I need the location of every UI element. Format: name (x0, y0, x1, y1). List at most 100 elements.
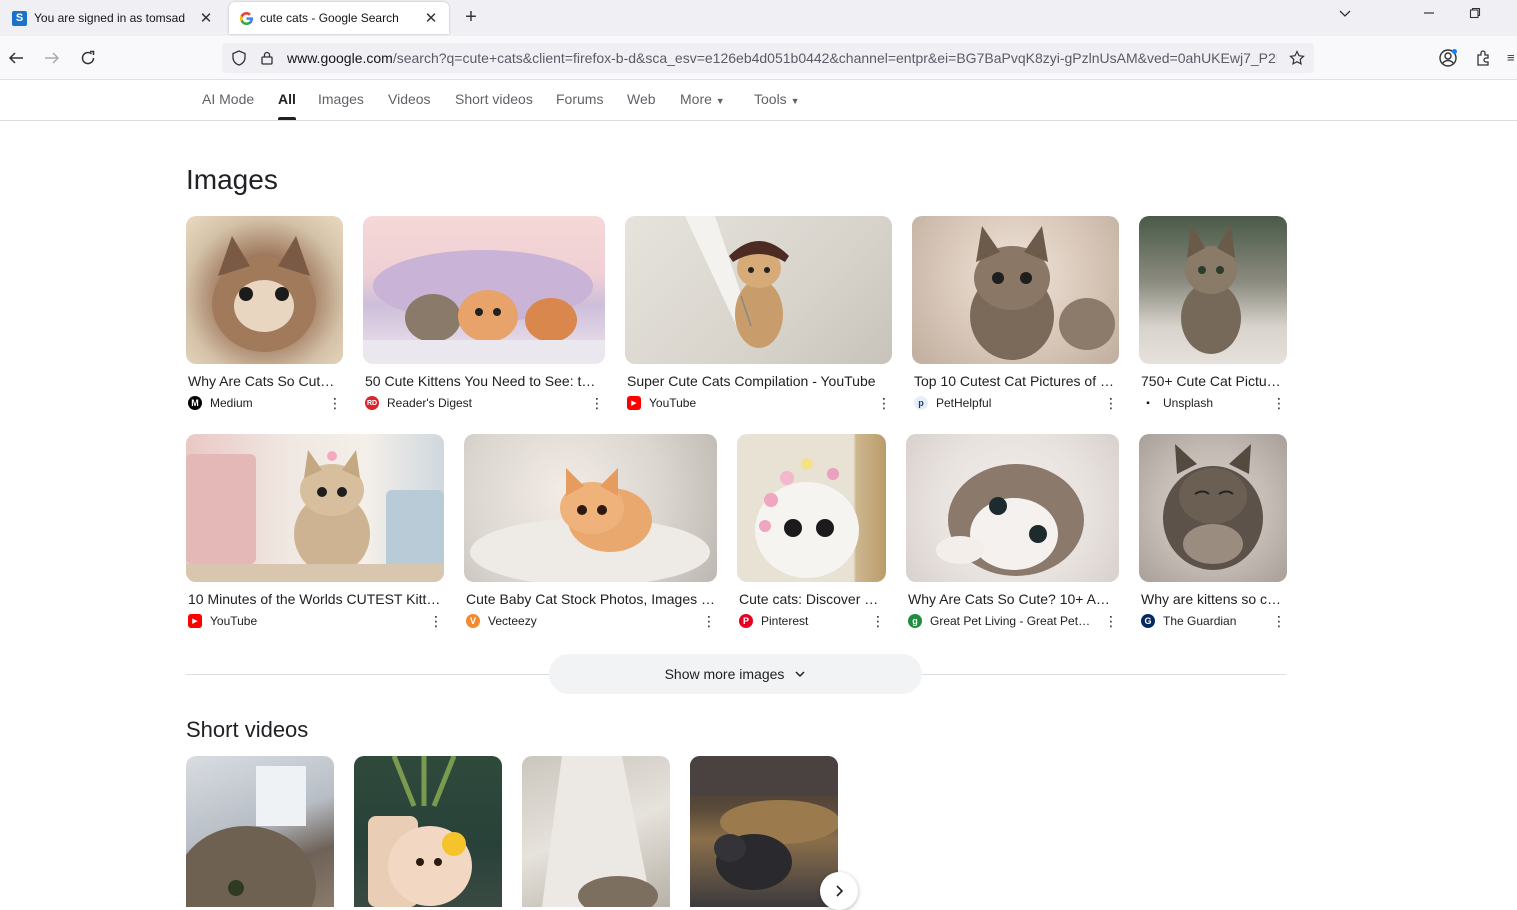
bookmark-star-icon[interactable] (1286, 47, 1308, 69)
image-source[interactable]: G The Guardian (1141, 613, 1236, 629)
source-name: YouTube (210, 614, 258, 628)
more-options-icon[interactable]: ⋮ (328, 396, 342, 410)
image-thumbnail[interactable] (186, 434, 444, 582)
image-caption[interactable]: Top 10 Cutest Cat Pictures of … (914, 373, 1117, 389)
youtube-logo-icon: ▶ (627, 396, 641, 410)
image-thumbnail[interactable] (464, 434, 717, 582)
caret-down-icon: ▼ (715, 96, 725, 106)
readers-digest-logo-icon: RD (365, 396, 379, 410)
caret-down-icon: ▼ (790, 96, 800, 106)
url-text[interactable]: www.google.com/search?q=cute+cats&client… (287, 50, 1277, 66)
image-source[interactable]: p PetHelpful (914, 395, 991, 411)
lock-icon[interactable] (260, 51, 274, 65)
tab-web[interactable]: Web (627, 91, 656, 107)
show-more-images-button[interactable]: Show more images (549, 654, 922, 694)
more-options-icon[interactable]: ⋮ (590, 396, 604, 410)
new-tab-plus-icon[interactable]: + (458, 6, 484, 29)
image-caption[interactable]: Why Are Cats So Cute? 10+ A… (908, 591, 1117, 607)
tab-more-label: More (680, 91, 712, 107)
google-favicon-icon (239, 11, 254, 25)
vecteezy-logo-icon: V (466, 614, 480, 628)
tab-all[interactable]: All (278, 91, 296, 120)
short-videos-section-title: Short videos (186, 717, 309, 742)
medium-logo-icon: M (188, 396, 202, 410)
search-tabs: AI Mode All Images Videos Short videos F… (0, 80, 1517, 121)
extensions-icon[interactable] (1472, 46, 1496, 70)
tab-close-icon[interactable]: ✕ (423, 9, 439, 27)
address-bar[interactable]: www.google.com/search?q=cute+cats&client… (222, 43, 1314, 73)
more-options-icon[interactable]: ⋮ (877, 396, 891, 410)
source-name: Vecteezy (488, 614, 537, 628)
forward-arrow-icon[interactable] (40, 46, 64, 70)
guardian-logo-icon: G (1141, 614, 1155, 628)
tab-videos[interactable]: Videos (388, 91, 431, 107)
tab-images[interactable]: Images (318, 91, 364, 107)
images-section-title: Images (186, 164, 278, 195)
image-thumbnail[interactable] (737, 434, 886, 582)
image-thumbnail[interactable] (906, 434, 1119, 582)
tab-more[interactable]: More ▼ (680, 91, 725, 107)
tab-tools[interactable]: Tools ▼ (754, 91, 800, 107)
image-thumbnail[interactable] (186, 216, 343, 364)
tab-ai-mode[interactable]: AI Mode (202, 91, 254, 107)
minimize-icon[interactable] (1414, 6, 1444, 23)
image-thumbnail[interactable] (1139, 434, 1287, 582)
browser-toolbar: www.google.com/search?q=cute+cats&client… (0, 36, 1517, 80)
more-options-icon[interactable]: ⋮ (871, 614, 885, 628)
tab-list-chevron-icon[interactable] (1330, 6, 1360, 23)
image-source[interactable]: ▪ Unsplash (1141, 395, 1213, 411)
image-caption[interactable]: Why are kittens so c… (1141, 591, 1285, 607)
image-caption[interactable]: Super Cute Cats Compilation - YouTube (627, 373, 890, 389)
image-caption[interactable]: 10 Minutes of the Worlds CUTEST Kitt… (188, 591, 442, 607)
image-source[interactable]: g Great Pet Living - Great Pet… (908, 613, 1103, 629)
short-video-thumbnail[interactable] (690, 756, 838, 907)
source-name: Pinterest (761, 614, 809, 628)
image-source[interactable]: RD Reader's Digest (365, 395, 472, 411)
tab-title: You are signed in as tomsad (34, 11, 185, 25)
image-source[interactable]: ▶ YouTube (188, 613, 257, 629)
chevron-right-icon (836, 885, 844, 897)
tab-forums[interactable]: Forums (556, 91, 603, 107)
tab-short-videos[interactable]: Short videos (455, 91, 533, 107)
image-caption[interactable]: Cute Baby Cat Stock Photos, Images … (466, 591, 715, 607)
next-videos-button[interactable] (820, 872, 858, 910)
image-source[interactable]: V Vecteezy (466, 613, 537, 629)
url-host: www.google.com (287, 50, 393, 66)
short-video-thumbnail[interactable] (522, 756, 670, 907)
image-source[interactable]: P Pinterest (739, 613, 808, 629)
reload-icon[interactable] (76, 46, 100, 70)
short-video-thumbnail[interactable] (186, 756, 334, 907)
more-options-icon[interactable]: ⋮ (1272, 614, 1286, 628)
url-path: /search?q=cute+cats&client=firefox-b-d&s… (392, 50, 1277, 66)
restore-icon[interactable] (1460, 6, 1490, 23)
browser-tab-google-search[interactable]: cute cats - Google Search ✕ (229, 2, 449, 34)
image-thumbnail[interactable] (363, 216, 605, 364)
image-source[interactable]: ▶ YouTube (627, 395, 696, 411)
image-source[interactable]: M Medium (188, 395, 253, 411)
more-options-icon[interactable]: ⋮ (1272, 396, 1286, 410)
image-thumbnail[interactable] (912, 216, 1119, 364)
image-thumbnail[interactable] (625, 216, 892, 364)
image-caption[interactable]: 50 Cute Kittens You Need to See: t… (365, 373, 603, 389)
image-thumbnail[interactable] (1139, 216, 1287, 364)
back-arrow-icon[interactable] (4, 46, 28, 70)
youtube-logo-icon: ▶ (188, 614, 202, 628)
source-name: Reader's Digest (387, 396, 472, 410)
more-options-icon[interactable]: ⋮ (429, 614, 443, 628)
menu-icon[interactable]: ≡ (1507, 50, 1515, 65)
more-options-icon[interactable]: ⋮ (702, 614, 716, 628)
tab-close-icon[interactable]: ✕ (198, 9, 214, 27)
image-caption[interactable]: Cute cats: Discover … (739, 591, 884, 607)
account-icon[interactable] (1436, 46, 1460, 70)
more-options-icon[interactable]: ⋮ (1104, 396, 1118, 410)
short-video-thumbnail[interactable] (354, 756, 502, 907)
tracking-shield-icon[interactable] (231, 50, 247, 66)
pinterest-logo-icon: P (739, 614, 753, 628)
tab-tools-label: Tools (754, 91, 787, 107)
browser-tab-signed-in[interactable]: S You are signed in as tomsad ✕ (2, 2, 224, 34)
source-name: The Guardian (1163, 614, 1237, 628)
more-options-icon[interactable]: ⋮ (1104, 614, 1118, 628)
show-more-label: Show more images (664, 666, 785, 682)
image-caption[interactable]: Why Are Cats So Cut… (188, 373, 341, 389)
image-caption[interactable]: 750+ Cute Cat Pictu… (1141, 373, 1285, 389)
